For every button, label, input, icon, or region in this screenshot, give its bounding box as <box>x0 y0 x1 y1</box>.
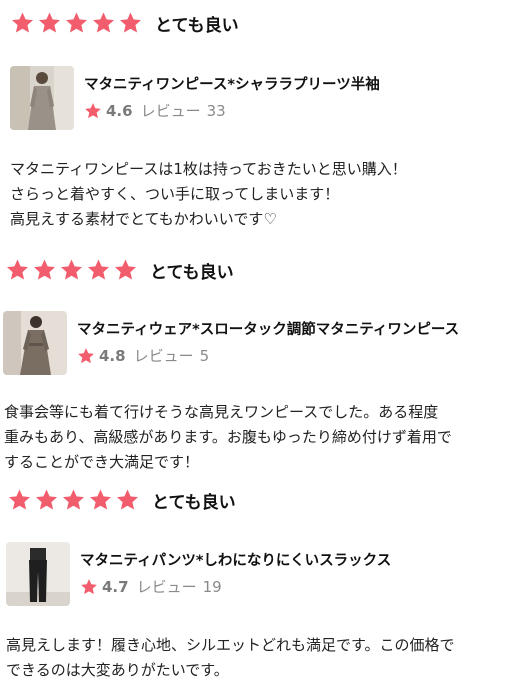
star-rating <box>10 11 145 35</box>
review-body: マタニティワンピースは1枚は持っておきたいと思い購入！ さらっと着やすく、つい手… <box>10 157 407 232</box>
product-info: マタニティワンピース*シャララプリーツ半袖 4.6 レビュー 33 <box>84 75 380 121</box>
star-icon <box>115 488 140 512</box>
review-text-line: することができ大満足です！ <box>4 453 200 471</box>
rating-row: とても良い <box>10 8 239 38</box>
star-icon <box>64 11 89 35</box>
product-rating-summary: 4.7 レビュー 19 <box>80 577 391 597</box>
review-body: 高見えします！履き心地、シルエットどれも満足です。この価格で できるのは大変あり… <box>6 633 516 683</box>
star-icon <box>118 11 143 35</box>
star-icon <box>32 258 57 282</box>
review-count: 33 <box>206 102 226 120</box>
rating-label: とても良い <box>152 492 236 513</box>
star-icon <box>61 488 86 512</box>
average-rating: 4.8 <box>99 347 126 365</box>
review-text-line: 食事会等にも着て行けそうな高見えワンピースでした。ある程度 <box>4 403 439 421</box>
product-rating-summary: 4.6 レビュー 33 <box>84 101 380 121</box>
star-icon <box>86 258 111 282</box>
average-rating: 4.7 <box>102 578 129 596</box>
product-info: マタニティパンツ*しわになりにくいスラックス 4.7 レビュー 19 <box>80 551 391 597</box>
product-thumbnail[interactable] <box>3 311 67 375</box>
star-icon <box>5 258 30 282</box>
review-text-line: 重みもあり、高級感があります。お腹もゆったり締め付けず着用で <box>4 428 452 446</box>
star-icon <box>80 578 98 596</box>
review-text-line: できるのは大変ありがたいです。 <box>6 661 229 679</box>
review-text-line: 高見えする素材でとてもかわいいです♡ <box>10 210 277 228</box>
review-body: 食事会等にも着て行けそうな高見えワンピースでした。ある程度 重みもあり、高級感が… <box>4 400 516 475</box>
review-count: 5 <box>199 347 210 365</box>
product-rating-summary: 4.8 レビュー 5 <box>77 346 459 366</box>
star-icon <box>91 11 116 35</box>
product-name-link[interactable]: マタニティウェア*スロータック調節マタニティワンピース <box>77 320 459 340</box>
star-icon <box>59 258 84 282</box>
average-rating: 4.6 <box>106 102 133 120</box>
product-card[interactable]: マタニティウェア*スロータック調節マタニティワンピース 4.8 レビュー 5 <box>3 311 459 375</box>
star-icon <box>88 488 113 512</box>
product-thumbnail[interactable] <box>10 66 74 130</box>
product-info: マタニティウェア*スロータック調節マタニティワンピース 4.8 レビュー 5 <box>77 320 459 366</box>
review-text-line: さらっと着やすく、つい手に取ってしまいます！ <box>10 185 340 203</box>
review-text-line: 高見えします！履き心地、シルエットどれも満足です。この価格で <box>6 636 455 654</box>
star-icon <box>113 258 138 282</box>
star-rating <box>7 488 142 512</box>
star-rating <box>5 258 140 282</box>
review-count-label: レビュー <box>140 102 201 120</box>
star-icon <box>37 11 62 35</box>
rating-row: とても良い <box>7 485 236 515</box>
rating-label: とても良い <box>150 262 234 283</box>
star-icon <box>10 11 35 35</box>
review-count-label: レビュー <box>136 578 197 596</box>
review-count-label: レビュー <box>133 347 194 365</box>
product-name-link[interactable]: マタニティワンピース*シャララプリーツ半袖 <box>84 75 380 95</box>
review-text-line: マタニティワンピースは1枚は持っておきたいと思い購入！ <box>10 160 407 178</box>
star-icon <box>7 488 32 512</box>
star-icon <box>77 347 95 365</box>
review-count: 19 <box>202 578 222 596</box>
product-name-link[interactable]: マタニティパンツ*しわになりにくいスラックス <box>80 551 391 571</box>
star-icon <box>84 102 102 120</box>
product-card[interactable]: マタニティパンツ*しわになりにくいスラックス 4.7 レビュー 19 <box>6 542 391 606</box>
product-thumbnail[interactable] <box>6 542 70 606</box>
rating-label: とても良い <box>155 15 239 36</box>
rating-row: とても良い <box>5 255 234 285</box>
product-card[interactable]: マタニティワンピース*シャララプリーツ半袖 4.6 レビュー 33 <box>10 66 380 130</box>
star-icon <box>34 488 59 512</box>
